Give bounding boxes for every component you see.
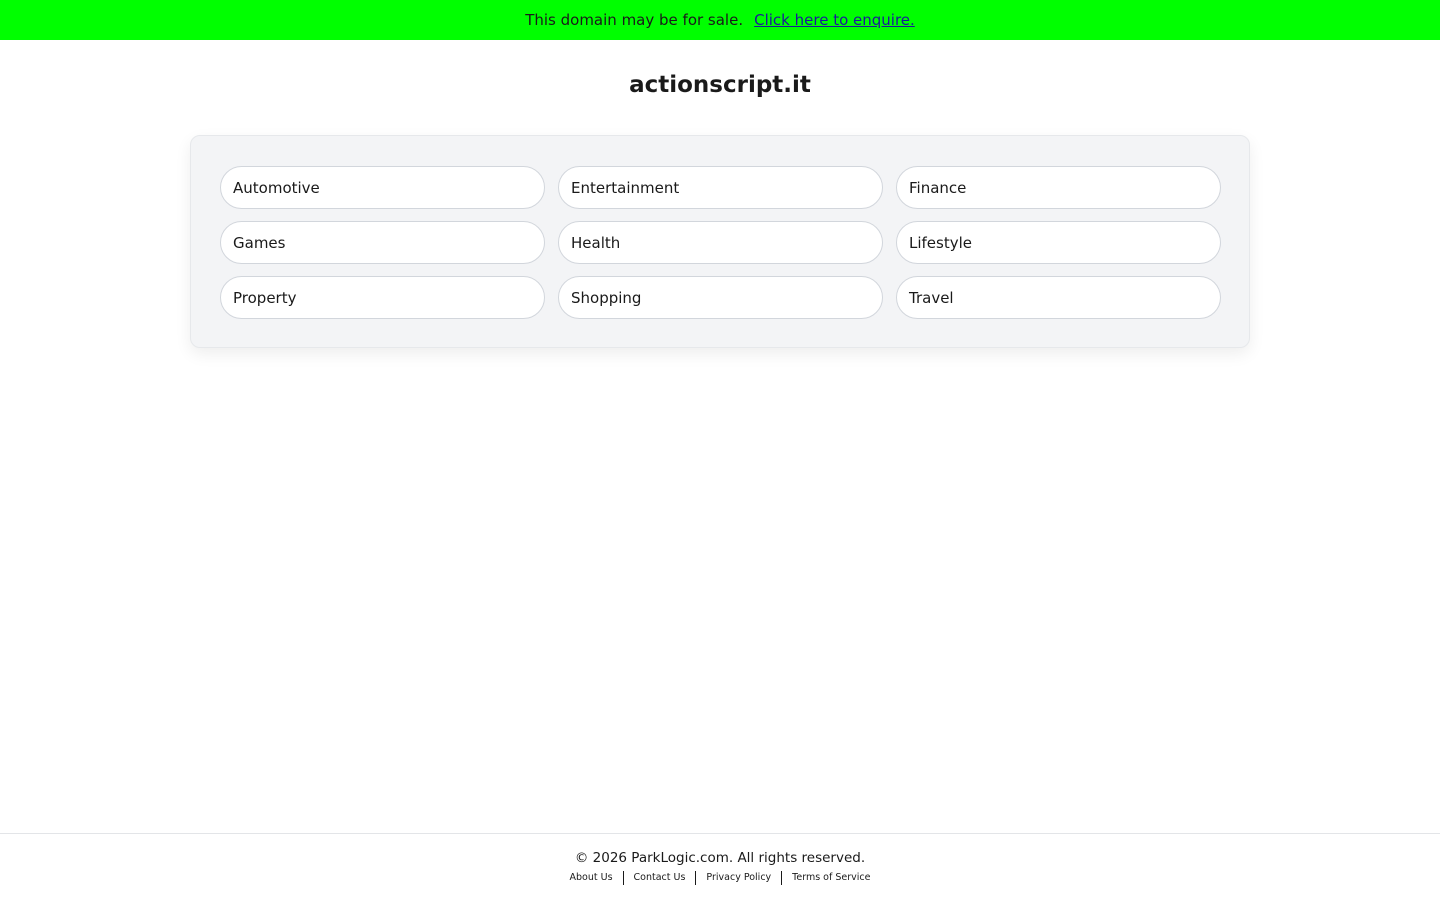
- category-panel: Automotive Entertainment Finance Games H…: [190, 135, 1250, 348]
- domain-title: actionscript.it: [629, 72, 811, 98]
- category-finance[interactable]: Finance: [896, 166, 1221, 209]
- terms-of-service-link[interactable]: Terms of Service: [782, 871, 880, 885]
- footer-links: About Us Contact Us Privacy Policy Terms…: [0, 871, 1440, 885]
- privacy-policy-link[interactable]: Privacy Policy: [696, 871, 781, 885]
- contact-us-link[interactable]: Contact Us: [624, 871, 696, 885]
- copyright-text: © 2026 ParkLogic.com. All rights reserve…: [574, 850, 866, 866]
- about-us-link[interactable]: About Us: [560, 871, 623, 885]
- category-shopping[interactable]: Shopping: [558, 276, 883, 319]
- category-games[interactable]: Games: [220, 221, 545, 264]
- category-travel[interactable]: Travel: [896, 276, 1221, 319]
- category-entertainment[interactable]: Entertainment: [558, 166, 883, 209]
- category-lifestyle[interactable]: Lifestyle: [896, 221, 1221, 264]
- sale-banner: This domain may be for sale. Click here …: [0, 0, 1440, 40]
- footer: © 2026 ParkLogic.com. All rights reserve…: [0, 833, 1440, 900]
- category-automotive[interactable]: Automotive: [220, 166, 545, 209]
- sale-banner-text: This domain may be for sale.: [525, 11, 744, 29]
- enquire-link[interactable]: Click here to enquire.: [754, 11, 915, 29]
- category-health[interactable]: Health: [558, 221, 883, 264]
- category-property[interactable]: Property: [220, 276, 545, 319]
